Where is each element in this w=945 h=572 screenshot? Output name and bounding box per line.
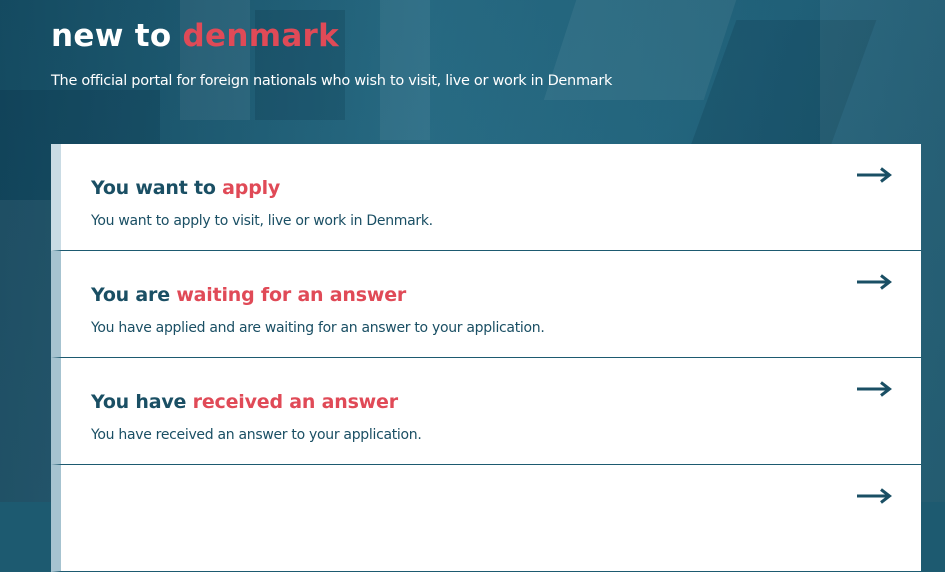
arrow-right-icon[interactable] xyxy=(856,167,892,183)
card-title-highlight: received an answer xyxy=(192,391,398,413)
card-title-highlight: apply xyxy=(222,177,281,199)
card-partial-next[interactable] xyxy=(51,465,921,572)
card-title: You have received an answer xyxy=(91,389,398,415)
card-title-highlight: waiting for an answer xyxy=(176,284,407,306)
card-description: You have applied and are waiting for an … xyxy=(91,320,545,336)
card-waiting-for-answer[interactable]: You are waiting for an answer You have a… xyxy=(51,251,921,358)
logo-text-new-to: new to xyxy=(51,18,172,54)
journey-cards: You want to apply You want to apply to v… xyxy=(51,144,921,572)
site-logo[interactable]: new to denmark xyxy=(51,16,339,56)
logo-text-denmark: denmark xyxy=(182,18,340,54)
arrow-right-icon[interactable] xyxy=(856,381,892,397)
card-received-answer[interactable]: You have received an answer You have rec… xyxy=(51,358,921,465)
card-title: You are waiting for an answer xyxy=(91,282,406,308)
card-title-prefix: You want to xyxy=(91,177,216,199)
arrow-right-icon[interactable] xyxy=(856,274,892,290)
card-title: You want to apply xyxy=(91,175,280,201)
site-tagline: The official portal for foreign national… xyxy=(51,73,613,89)
card-want-to-apply[interactable]: You want to apply You want to apply to v… xyxy=(51,144,921,251)
card-description: You have received an answer to your appl… xyxy=(91,427,422,443)
card-title-prefix: You have xyxy=(91,391,187,413)
card-title-prefix: You are xyxy=(91,284,170,306)
card-description: You want to apply to visit, live or work… xyxy=(91,213,433,229)
